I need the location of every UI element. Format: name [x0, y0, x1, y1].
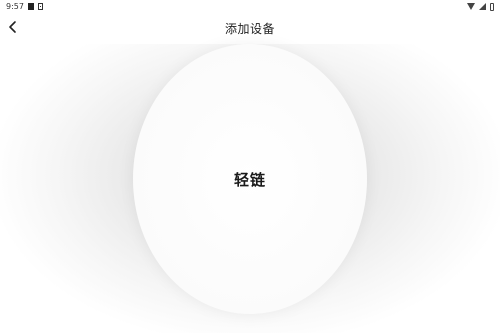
main-stage: 轻链 — [0, 44, 500, 333]
quick-link-label: 轻链 — [233, 170, 266, 189]
signal-icon — [479, 3, 486, 10]
status-right — [467, 2, 494, 11]
notification-doc-icon — [37, 3, 43, 10]
header: 添加设备 — [0, 13, 500, 44]
chevron-left-icon — [9, 21, 16, 33]
add-device-screen: 9:57 添加设备 轻链 — [0, 0, 500, 333]
status-time: 9:57 — [6, 2, 24, 11]
status-left: 9:57 — [6, 2, 43, 11]
notification-square-icon — [27, 3, 34, 10]
page-title: 添加设备 — [224, 22, 275, 36]
quick-link-button[interactable]: 轻链 — [133, 44, 367, 314]
back-button[interactable] — [2, 16, 24, 38]
wifi-icon — [467, 3, 475, 10]
status-bar: 9:57 — [0, 0, 500, 13]
battery-icon — [490, 2, 494, 11]
